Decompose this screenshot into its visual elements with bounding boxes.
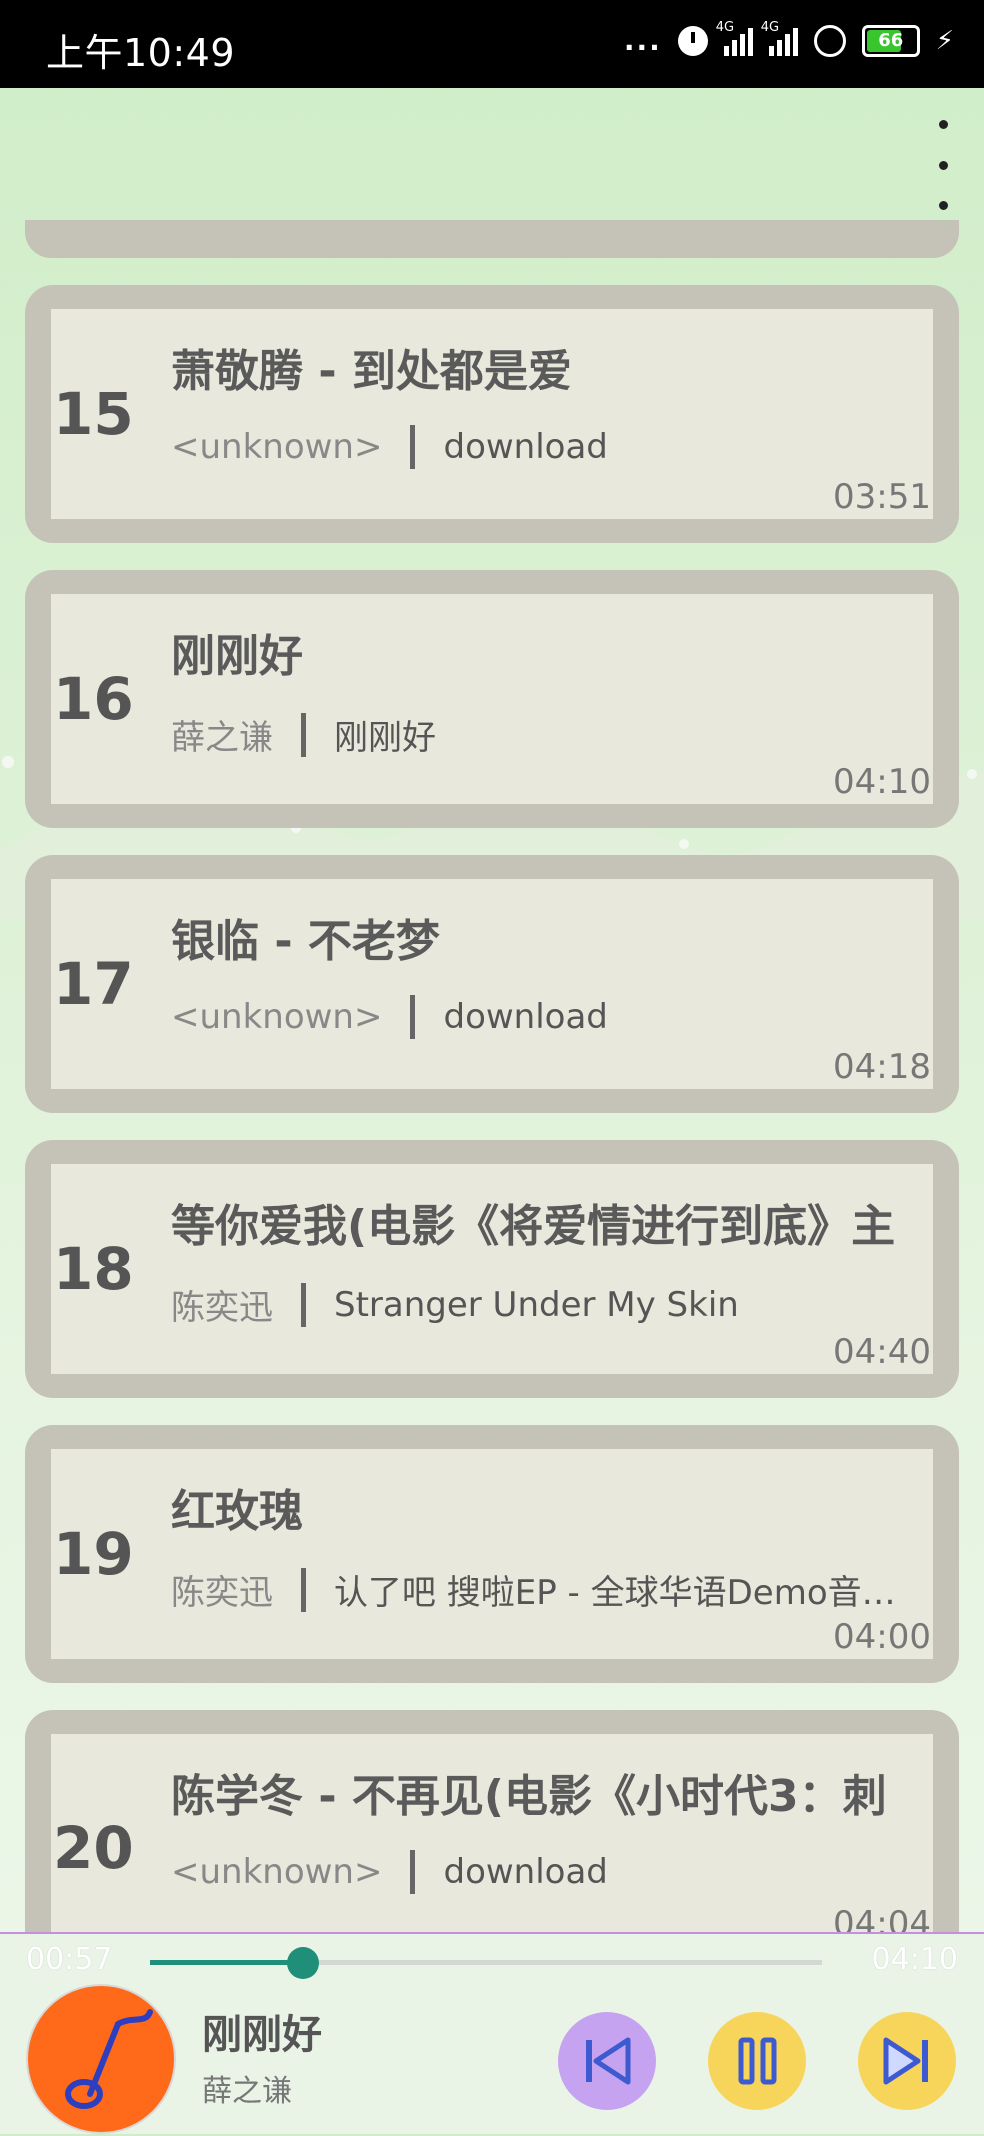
song-album: Stranger Under My Skin [334, 1284, 739, 1325]
song-album: 刚刚好 [334, 718, 436, 758]
battery-level: 66 [878, 30, 904, 51]
song-album: download [443, 427, 608, 467]
now-playing-bar: 00:57 04:10 刚刚好 薛之谦 [0, 1932, 984, 2134]
meta-divider [410, 1850, 416, 1894]
song-artist: <unknown> [171, 1852, 383, 1892]
song-index: 15 [53, 380, 134, 448]
status-bar: 上午10:49 ... 4G 4G 66 ⚡ [0, 0, 984, 88]
alarm-icon [677, 25, 708, 56]
skip-previous-icon [586, 2037, 631, 2085]
song-artist: <unknown> [171, 427, 383, 467]
network-type-label: 4G [715, 19, 735, 35]
song-artist: 陈奕迅 [171, 1573, 273, 1613]
seek-bar-progress [150, 1960, 304, 1965]
song-card-body: 17 银临 - 不老梦 <unknown> download 04:18 [51, 879, 933, 1089]
signal-icon: 4G [761, 20, 798, 56]
music-note-icon [65, 2009, 153, 2109]
song-index: 19 [53, 1520, 134, 1588]
meta-divider [301, 1282, 306, 1327]
skip-next-icon [883, 2037, 928, 2085]
song-artist: <unknown> [171, 997, 383, 1037]
song-duration: 04:18 [833, 1047, 931, 1087]
pause-icon [738, 2037, 777, 2085]
total-time: 04:10 [871, 1942, 958, 1977]
song-title: 银临 - 不老梦 [171, 916, 440, 967]
song-meta: <unknown> download [171, 995, 921, 1039]
song-artist: 陈奕迅 [171, 1288, 273, 1328]
now-playing-title: 刚刚好 [202, 2012, 322, 2058]
previous-button[interactable] [558, 2012, 656, 2110]
signal-icon: 4G [716, 20, 753, 56]
meta-divider [410, 425, 416, 469]
status-icons: ... 4G 4G 66 ⚡ [623, 20, 954, 58]
song-card-body: 18 等你爱我(电影《将爱情进行到底》主 陈奕迅 Stranger Under … [51, 1164, 933, 1374]
status-time: 上午10:49 [46, 31, 236, 75]
song-card-partial[interactable] [25, 220, 959, 258]
network-type-label: 4G [760, 19, 780, 35]
song-title: 刚刚好 [171, 631, 303, 682]
seek-bar-thumb[interactable] [287, 1947, 320, 1979]
song-title: 萧敬腾 - 到处都是爱 [171, 346, 572, 397]
song-index: 18 [53, 1235, 134, 1303]
song-artist: 薛之谦 [171, 718, 273, 758]
song-album: 认了吧 搜啦EP - 全球华语Demo音乐... [333, 1573, 921, 1613]
song-meta: 陈奕迅 Stranger Under My Skin [171, 1280, 921, 1329]
song-title: 红玫瑰 [171, 1486, 303, 1537]
meta-divider [301, 712, 306, 757]
song-card-body: 19 红玫瑰 陈奕迅 认了吧 搜啦EP - 全球华语Demo音乐... 04:0… [51, 1449, 933, 1659]
song-index: 17 [53, 950, 134, 1018]
battery-icon: 66 [861, 24, 920, 57]
song-card-body: 15 萧敬腾 - 到处都是爱 <unknown> download 03:51 [51, 309, 933, 519]
current-time: 00:57 [26, 1942, 113, 1977]
next-button[interactable] [858, 2012, 956, 2110]
song-card[interactable]: 18 等你爱我(电影《将爱情进行到底》主 陈奕迅 Stranger Under … [25, 1140, 959, 1398]
album-art[interactable] [28, 1986, 174, 2132]
meta-divider [301, 1567, 306, 1612]
song-album: download [443, 1852, 608, 1892]
meta-divider [410, 995, 416, 1039]
charging-icon: ⚡ [935, 25, 954, 56]
song-duration: 04:10 [833, 762, 931, 802]
overflow-menu-icon[interactable] [928, 120, 958, 210]
song-duration: 04:40 [833, 1332, 931, 1372]
song-duration: 03:51 [833, 477, 931, 517]
song-meta: <unknown> download [171, 1850, 921, 1894]
song-index: 16 [53, 665, 134, 733]
song-card[interactable]: 20 陈学冬 - 不再见(电影《小时代3：刺 <unknown> downloa… [25, 1710, 959, 1944]
song-card[interactable]: 17 银临 - 不老梦 <unknown> download 04:18 [25, 855, 959, 1113]
song-meta: 陈奕迅 认了吧 搜啦EP - 全球华语Demo音乐... [171, 1565, 921, 1614]
song-card-body: 16 刚刚好 薛之谦 刚刚好 04:10 [51, 594, 933, 804]
song-index: 20 [53, 1814, 134, 1882]
song-title: 等你爱我(电影《将爱情进行到底》主 [171, 1201, 896, 1252]
now-playing-artist: 薛之谦 [202, 2074, 292, 2109]
song-card[interactable]: 15 萧敬腾 - 到处都是爱 <unknown> download 03:51 [25, 285, 959, 543]
song-meta: 薛之谦 刚刚好 [171, 710, 921, 759]
song-card-body: 20 陈学冬 - 不再见(电影《小时代3：刺 <unknown> downloa… [51, 1734, 933, 1944]
song-card[interactable]: 16 刚刚好 薛之谦 刚刚好 04:10 [25, 570, 959, 828]
song-duration: 04:00 [833, 1617, 931, 1657]
hotspot-icon [813, 24, 846, 57]
song-meta: <unknown> download [171, 425, 921, 469]
song-album: download [443, 997, 608, 1037]
seek-bar[interactable] [150, 1947, 822, 1979]
song-title: 陈学冬 - 不再见(电影《小时代3：刺 [171, 1771, 887, 1822]
song-card[interactable]: 19 红玫瑰 陈奕迅 认了吧 搜啦EP - 全球华语Demo音乐... 04:0… [25, 1425, 959, 1683]
more-notifications-icon: ... [623, 24, 662, 57]
pause-button[interactable] [708, 2012, 806, 2110]
